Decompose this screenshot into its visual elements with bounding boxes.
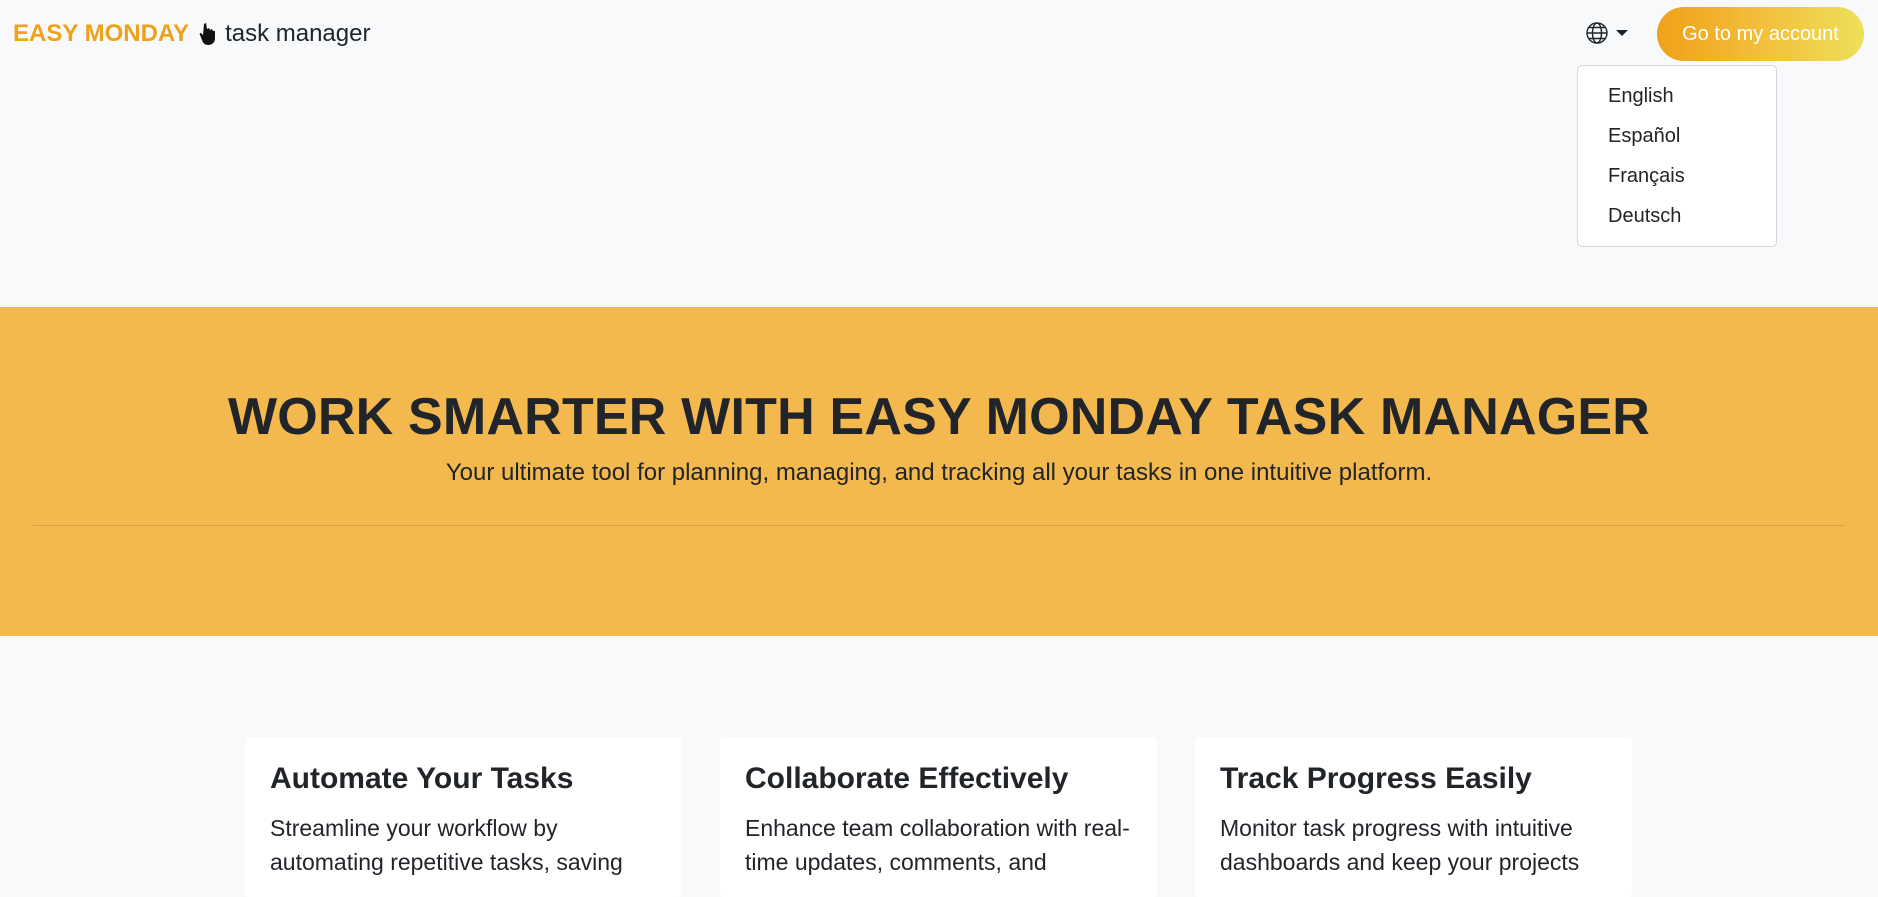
- language-option-english[interactable]: English: [1578, 76, 1776, 116]
- language-option-francais[interactable]: Français: [1578, 156, 1776, 196]
- language-option-deutsch[interactable]: Deutsch: [1578, 196, 1776, 236]
- language-option-espanol[interactable]: Español: [1578, 116, 1776, 156]
- hand-pointer-icon: [198, 22, 216, 46]
- brand-subtitle: task manager: [225, 20, 371, 47]
- hero-banner: WORK SMARTER WITH EASY MONDAY TASK MANAG…: [0, 307, 1878, 636]
- feature-card-collaborate: Collaborate Effectively Enhance team col…: [720, 737, 1157, 897]
- hero-title: WORK SMARTER WITH EASY MONDAY TASK MANAG…: [227, 388, 1651, 446]
- feature-card-title: Automate Your Tasks: [270, 762, 574, 795]
- feature-card-title: Collaborate Effectively: [745, 762, 1069, 795]
- brand-logo-link[interactable]: EASY MONDAY task manager: [13, 18, 370, 50]
- hero-divider: [33, 525, 1845, 526]
- go-to-account-button[interactable]: Go to my account: [1657, 7, 1864, 61]
- caret-down-icon: [1616, 30, 1628, 36]
- feature-card-automate: Automate Your Tasks Streamline your work…: [245, 737, 682, 897]
- feature-card-text: Enhance team collaboration with real-tim…: [745, 815, 1130, 875]
- language-dropdown-toggle[interactable]: [1585, 17, 1637, 49]
- language-menu: English Español Français Deutsch: [1577, 65, 1777, 247]
- feature-card-title: Track Progress Easily: [1220, 762, 1532, 795]
- globe-icon: [1585, 21, 1609, 45]
- brand-name: EASY MONDAY: [13, 20, 190, 47]
- feature-card-text: Streamline your workflow by automating r…: [270, 815, 623, 875]
- feature-card-text: Monitor task progress with intuitive das…: [1220, 815, 1580, 875]
- top-navbar: EASY MONDAY task manager Go to my accoun…: [0, 0, 1878, 68]
- feature-card-track: Track Progress Easily Monitor task progr…: [1195, 737, 1632, 897]
- hero-subtitle: Your ultimate tool for planning, managin…: [445, 459, 1433, 486]
